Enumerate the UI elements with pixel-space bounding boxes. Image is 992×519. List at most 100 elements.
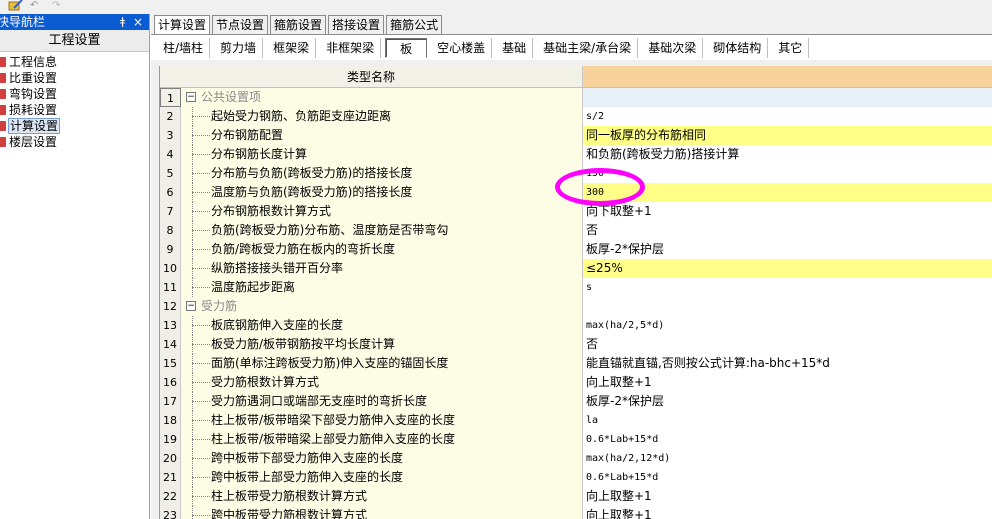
nav-item[interactable]: 损耗设置	[0, 102, 149, 118]
group-row[interactable]: 1− 公共设置项	[160, 88, 992, 107]
setting-name-text: 跨中板带上部受力筋伸入支座的长度	[211, 470, 404, 484]
setting-value[interactable]: la	[583, 411, 992, 430]
row-number: 11	[160, 278, 181, 297]
table-row[interactable]: 11 温度筋起步距离 s	[160, 278, 992, 297]
main-panel: 计算设置 节点设置 箍筋设置 搭接设置 箍筋公式 柱/墙柱 剪力墙 框架梁 非框架梁板空心楼盖…	[151, 14, 992, 519]
nav-item-label: 比重设置	[9, 71, 58, 85]
setting-value[interactable]	[583, 88, 992, 107]
table-row[interactable]: 10 纵筋搭接接头错开百分率 ≤25%	[160, 259, 992, 278]
component-type-button[interactable]: 基础	[496, 37, 534, 58]
collapse-icon[interactable]: −	[186, 301, 196, 311]
setting-value[interactable]: 0.6*Lab+15*d	[583, 468, 992, 487]
row-number: 1	[160, 88, 181, 107]
table-row[interactable]: 14 板受力筋/板带钢筋按平均长度计算 否	[160, 335, 992, 354]
nav-item[interactable]: 工程信息	[0, 54, 149, 70]
setting-name-text: 负筋(跨板受力筋)分布筋、温度筋是否带弯勾	[211, 223, 449, 237]
component-type-button[interactable]: 砌体结构	[707, 37, 769, 58]
table-row[interactable]: 8 负筋(跨板受力筋)分布筋、温度筋是否带弯勾 否	[160, 221, 992, 240]
table-row[interactable]: 17 受力筋遇洞口或端部无支座时的弯折长度 板厚-2*保护层	[160, 392, 992, 411]
setting-value[interactable]: max(ha/2,5*d)	[583, 316, 992, 335]
component-type-button[interactable]: 其它	[772, 37, 810, 58]
component-type-button[interactable]: 剪力墙	[214, 37, 264, 58]
nav-item[interactable]: 比重设置	[0, 70, 149, 86]
table-row[interactable]: 9 负筋/跨板受力筋在板内的弯折长度 板厚-2*保护层	[160, 240, 992, 259]
row-number: 6	[160, 183, 181, 202]
close-icon[interactable]: ×	[133, 14, 143, 30]
setting-value[interactable]: 板厚-2*保护层	[583, 240, 992, 259]
table-row[interactable]: 21 跨中板带上部受力筋伸入支座的长度 0.6*Lab+15*d	[160, 468, 992, 487]
setting-value[interactable]: max(ha/2,12*d)	[583, 449, 992, 468]
row-number: 4	[160, 145, 181, 164]
table-row[interactable]: 22 柱上板带受力筋根数计算方式 向上取整+1	[160, 487, 992, 506]
table-row[interactable]: 15 面筋(单标注跨板受力筋)伸入支座的锚固长度 能直锚就直锚,否则按公式计算:ha…	[160, 354, 992, 373]
table-row[interactable]: 7 分布钢筋根数计算方式 向下取整+1	[160, 202, 992, 221]
setting-value[interactable]: 否	[583, 335, 992, 354]
component-type-button[interactable]: 柱/墙柱	[157, 37, 211, 58]
table-row[interactable]: 19 柱上板带/板带暗梁上部受力筋伸入支座的长度 0.6*Lab+15*d	[160, 430, 992, 449]
setting-name: − 受力筋	[181, 297, 583, 316]
component-type-button[interactable]: 非框架梁	[320, 37, 382, 58]
setting-value[interactable]: 0.6*Lab+15*d	[583, 430, 992, 449]
settings-page-icon	[0, 137, 6, 147]
setting-value[interactable]: 否	[583, 221, 992, 240]
setting-value[interactable]: 和负筋(跨板受力筋)搭接计算	[583, 145, 992, 164]
row-number: 21	[160, 468, 181, 487]
table-row[interactable]: 16 受力筋根数计算方式 向上取整+1	[160, 373, 992, 392]
setting-name: 受力筋遇洞口或端部无支座时的弯折长度	[181, 392, 583, 411]
setting-value[interactable]: 能直锚就直锚,否则按公式计算:ha-bhc+15*d	[583, 354, 992, 373]
setting-name-text: 分布钢筋根数计算方式	[211, 204, 332, 218]
setting-value[interactable]	[583, 297, 992, 316]
nav-group-header[interactable]: 工程设置	[0, 30, 149, 52]
setting-value[interactable]: 300	[583, 183, 992, 202]
setting-name: 分布钢筋配置	[181, 126, 583, 145]
setting-value[interactable]: 板厚-2*保护层	[583, 392, 992, 411]
setting-value[interactable]: 向上取整+1	[583, 506, 992, 519]
table-row[interactable]: 2 起始受力钢筋、负筋距支座边距离 s/2	[160, 107, 992, 126]
table-row[interactable]: 6 温度筋与负筋(跨板受力筋)的搭接长度 300	[160, 183, 992, 202]
settings-page-icon	[0, 105, 6, 115]
setting-value[interactable]: 向上取整+1	[583, 373, 992, 392]
table-row[interactable]: 3 分布钢筋配置 同一板厚的分布筋相同	[160, 126, 992, 145]
setting-name: 跨中板带上部受力筋伸入支座的长度	[181, 468, 583, 487]
row-number: 13	[160, 316, 181, 335]
collapse-icon[interactable]: −	[186, 92, 196, 102]
table-row[interactable]: 23 跨中板带受力筋根数计算方式 向上取整+1	[160, 506, 992, 519]
table-row[interactable]: 20 跨中板带下部受力筋伸入支座的长度 max(ha/2,12*d)	[160, 449, 992, 468]
component-type-bar: 柱/墙柱 剪力墙 框架梁 非框架梁板空心楼盖 基础 基础主梁/承台梁 基础次梁 砌体结构 其它	[151, 34, 992, 60]
setting-value[interactable]: ≤25%	[583, 259, 992, 278]
setting-name-text: 跨中板带下部受力筋伸入支座的长度	[211, 451, 404, 465]
setting-value[interactable]: 150	[583, 164, 992, 183]
tab[interactable]: 箍筋设置	[270, 15, 327, 35]
row-number: 16	[160, 373, 181, 392]
nav-item[interactable]: 楼层设置	[0, 134, 149, 150]
component-type-button[interactable]: 基础主梁/承台梁	[537, 37, 639, 58]
setting-value[interactable]: 向下取整+1	[583, 202, 992, 221]
setting-value[interactable]: s/2	[583, 107, 992, 126]
table-row[interactable]: 5 分布筋与负筋(跨板受力筋)的搭接长度 150	[160, 164, 992, 183]
setting-name-text: 板底钢筋伸入支座的长度	[211, 318, 344, 332]
tab[interactable]: 搭接设置	[328, 15, 385, 35]
nav-item[interactable]: 计算设置	[0, 118, 149, 134]
table-row[interactable]: 18 柱上板带/板带暗梁下部受力筋伸入支座的长度 la	[160, 411, 992, 430]
table-row[interactable]: 4 分布钢筋长度计算 和负筋(跨板受力筋)搭接计算	[160, 145, 992, 164]
component-type-button[interactable]: 基础次梁	[642, 37, 704, 58]
table-row[interactable]: 13 板底钢筋伸入支座的长度 max(ha/2,5*d)	[160, 316, 992, 335]
setting-value[interactable]: 向上取整+1	[583, 487, 992, 506]
setting-name-text: 负筋/跨板受力筋在板内的弯折长度	[211, 242, 396, 256]
tab[interactable]: 箍筋公式	[386, 15, 443, 35]
setting-value[interactable]: 同一板厚的分布筋相同	[583, 126, 992, 145]
component-type-button[interactable]: 框架梁	[267, 37, 317, 58]
component-type-button[interactable]: 板	[385, 37, 428, 58]
tab[interactable]: 节点设置	[212, 15, 269, 35]
edit-icon[interactable]	[8, 0, 24, 11]
pin-icon[interactable]: ǂ	[120, 14, 125, 30]
nav-item[interactable]: 弯钩设置	[0, 86, 149, 102]
component-type-button[interactable]: 空心楼盖	[431, 37, 493, 58]
setting-value[interactable]: s	[583, 278, 992, 297]
group-row[interactable]: 12− 受力筋	[160, 297, 992, 316]
row-number: 12	[160, 297, 181, 316]
nav-item-label: 损耗设置	[9, 103, 58, 117]
redo-icon[interactable]: ↷	[52, 1, 66, 11]
undo-icon[interactable]: ↶	[30, 1, 44, 11]
tab[interactable]: 计算设置	[154, 15, 211, 36]
